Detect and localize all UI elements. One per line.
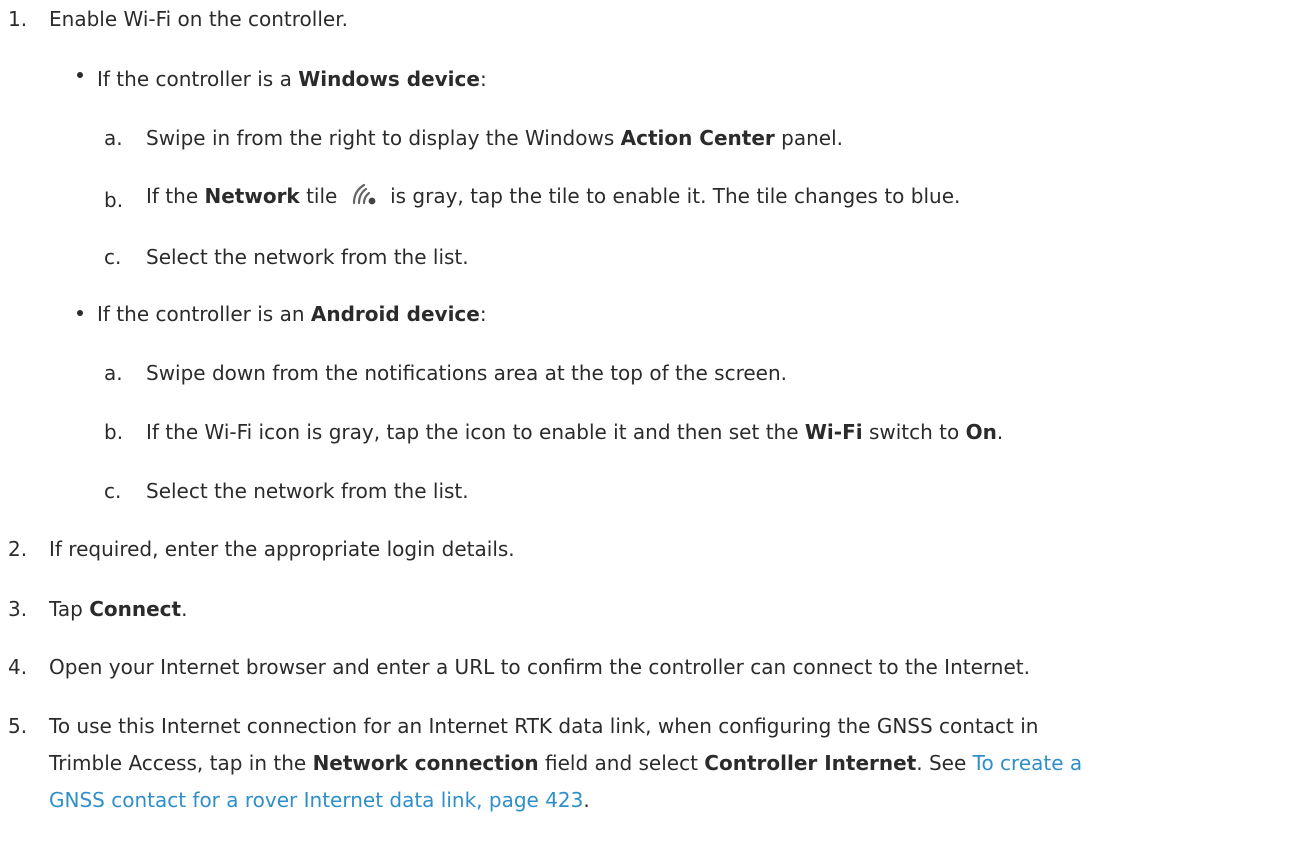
- step-5-line-2: Trimble Access, tap in the Network conne…: [49, 751, 1083, 775]
- bullet-icon: [77, 72, 83, 78]
- step-1-text: Enable Wi-Fi on the controller.: [49, 7, 348, 31]
- step-number: 2.: [8, 537, 28, 561]
- step-2-text: If required, enter the appropriate login…: [49, 537, 515, 561]
- windows-substep-b: If the Network tile is gray, tap the til…: [146, 183, 960, 213]
- android-substep-b: If the Wi-Fi icon is gray, tap the icon …: [146, 420, 1004, 444]
- bullet-android: If the controller is an Android device:: [97, 302, 487, 326]
- step-4-text: Open your Internet browser and enter a U…: [49, 655, 1030, 679]
- on-label: On: [965, 420, 997, 444]
- substep-letter: a.: [104, 361, 123, 385]
- network-label: Network: [204, 184, 300, 208]
- network-tile-icon: [350, 183, 380, 213]
- bullet-windows: If the controller is a Windows device:: [97, 67, 487, 91]
- step-number: 1.: [8, 7, 28, 31]
- substep-letter: c.: [104, 245, 122, 269]
- network-connection-label: Network connection: [312, 751, 539, 775]
- wifi-label: Wi-Fi: [804, 420, 863, 444]
- step-5-line-3: GNSS contact for a rover Internet data l…: [49, 788, 590, 812]
- step-number: 3.: [8, 597, 28, 621]
- android-substep-a: Swipe down from the notifications area a…: [146, 361, 787, 385]
- action-center-label: Action Center: [620, 126, 775, 150]
- step-number: 4.: [8, 655, 28, 679]
- controller-internet-label: Controller Internet: [704, 751, 917, 775]
- gnss-contact-link[interactable]: To create a: [973, 751, 1083, 775]
- substep-letter: c.: [104, 479, 122, 503]
- step-1: 1.: [8, 6, 27, 32]
- substep-letter: a.: [104, 126, 123, 150]
- substep-letter: b.: [104, 420, 124, 444]
- windows-substep-a: Swipe in from the right to display the W…: [146, 126, 843, 150]
- windows-substep-c: Select the network from the list.: [146, 245, 469, 269]
- bullet-icon: [77, 310, 83, 316]
- windows-device-label: Windows device: [298, 67, 480, 91]
- substep-letter: b.: [104, 188, 124, 212]
- step-5-line-1: To use this Internet connection for an I…: [49, 714, 1039, 738]
- gnss-contact-link[interactable]: GNSS contact for a rover Internet data l…: [49, 788, 583, 812]
- connect-label: Connect: [89, 597, 182, 621]
- step-3-text: Tap Connect.: [49, 597, 188, 621]
- step-number: 5.: [8, 714, 28, 738]
- android-substep-c: Select the network from the list.: [146, 479, 469, 503]
- android-device-label: Android device: [310, 302, 480, 326]
